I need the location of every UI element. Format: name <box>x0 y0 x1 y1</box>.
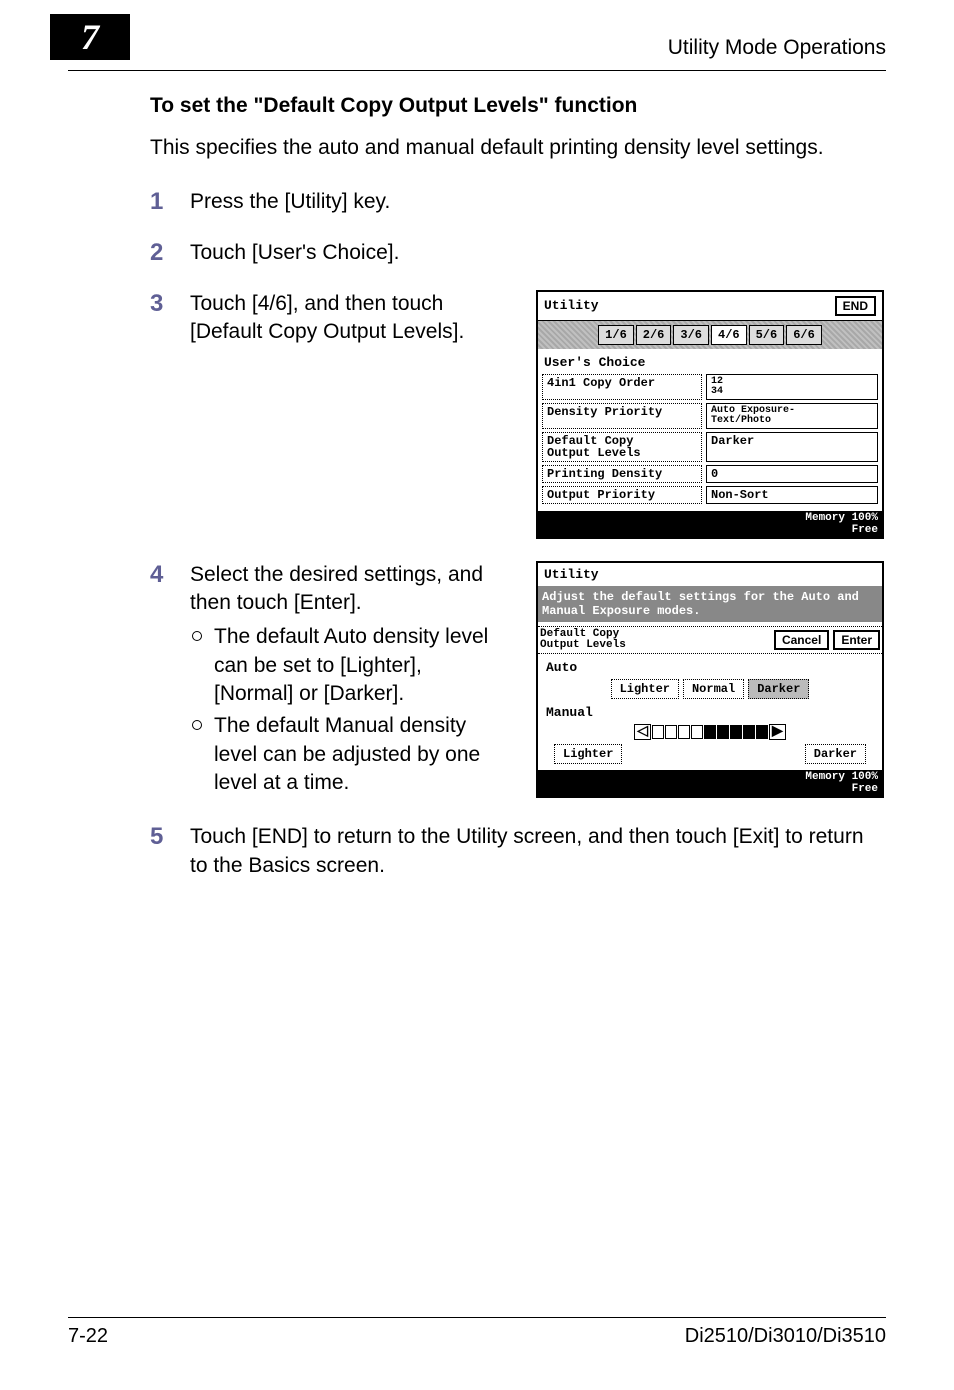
auto-group-title: Auto <box>546 660 874 675</box>
page-number: 7-22 <box>68 1325 108 1348</box>
auto-lighter-button[interactable]: Lighter <box>611 679 679 699</box>
manual-group-title: Manual <box>546 705 874 720</box>
section-intro: This specifies the auto and manual defau… <box>150 136 884 160</box>
step-number: 5 <box>150 823 190 852</box>
darker-arrow-icon[interactable]: ▶ <box>769 724 786 740</box>
output-priority-button[interactable]: Output Priority <box>542 486 702 504</box>
control-label: Default Copy Output Levels <box>540 629 626 651</box>
default-copy-output-value: Darker <box>706 432 878 462</box>
chapter-number: 7 <box>50 14 130 60</box>
page-tabs: 1/6 2/6 3/6 4/6 5/6 6/6 <box>538 321 882 349</box>
tab-5-6[interactable]: 5/6 <box>749 325 785 345</box>
tab-3-6[interactable]: 3/6 <box>673 325 709 345</box>
screen-title: Utility <box>544 567 599 582</box>
enter-button[interactable]: Enter <box>833 630 880 650</box>
auto-darker-button[interactable]: Darker <box>748 679 809 699</box>
screen-message: Adjust the default settings for the Auto… <box>538 586 882 623</box>
tab-1-6[interactable]: 1/6 <box>598 325 634 345</box>
printing-density-value: 0 <box>706 465 878 483</box>
step-number: 2 <box>150 239 190 268</box>
memory-status: Memory 100% Free <box>538 511 882 537</box>
copy-order-value: 12 34 <box>706 374 878 400</box>
step-text: Touch [4/6], and then touch [Default Cop… <box>190 290 492 347</box>
printing-density-button[interactable]: Printing Density <box>542 465 702 483</box>
step-1: 1 Press the [Utility] key. <box>150 188 884 217</box>
bottom-rule <box>68 1317 886 1318</box>
utility-screen-users-choice: Utility END 1/6 2/6 3/6 4/6 5/6 6/6 User… <box>536 290 884 539</box>
memory-status: Memory 100% Free <box>538 770 882 796</box>
top-rule <box>68 70 886 71</box>
step-number: 3 <box>150 290 190 347</box>
density-priority-button[interactable]: Density Priority <box>542 403 702 429</box>
bullet-manual-density: The default Manual density level can be … <box>190 712 492 797</box>
manual-lighter-button[interactable]: Lighter <box>554 744 622 764</box>
step-number: 4 <box>150 561 190 802</box>
output-priority-value: Non-Sort <box>706 486 878 504</box>
tab-6-6[interactable]: 6/6 <box>786 325 822 345</box>
step-text: Touch [User's Choice]. <box>190 239 399 267</box>
step-text: Select the desired settings, and then to… <box>190 561 492 618</box>
step-3: 3 Touch [4/6], and then touch [Default C… <box>150 290 884 539</box>
screen-subtitle: User's Choice <box>542 353 878 374</box>
manual-density-bar: ◁ ▶ <box>546 724 874 740</box>
section-title: To set the "Default Copy Output Levels" … <box>150 94 884 118</box>
utility-screen-output-levels: Utility Adjust the default settings for … <box>536 561 884 799</box>
default-copy-output-button[interactable]: Default Copy Output Levels <box>542 432 702 462</box>
bullet-auto-density: The default Auto density level can be se… <box>190 623 492 708</box>
step-5: 5 Touch [END] to return to the Utility s… <box>150 823 884 880</box>
step-text: Press the [Utility] key. <box>190 188 390 216</box>
model-numbers: Di2510/Di3010/Di3510 <box>685 1325 886 1348</box>
tab-4-6[interactable]: 4/6 <box>711 325 747 345</box>
cancel-button[interactable]: Cancel <box>774 630 829 650</box>
tab-2-6[interactable]: 2/6 <box>636 325 672 345</box>
screen-title: Utility <box>544 298 599 313</box>
running-header: Utility Mode Operations <box>668 36 886 60</box>
end-button[interactable]: END <box>835 296 876 316</box>
step-2: 2 Touch [User's Choice]. <box>150 239 884 268</box>
auto-normal-button[interactable]: Normal <box>683 679 744 699</box>
density-priority-value: Auto Exposure- Text/Photo <box>706 403 878 429</box>
lighter-arrow-icon[interactable]: ◁ <box>634 724 651 740</box>
step-4: 4 Select the desired settings, and then … <box>150 561 884 802</box>
step-text: Touch [END] to return to the Utility scr… <box>190 823 884 880</box>
copy-order-button[interactable]: 4in1 Copy Order <box>542 374 702 400</box>
manual-darker-button[interactable]: Darker <box>805 744 866 764</box>
step-number: 1 <box>150 188 190 217</box>
